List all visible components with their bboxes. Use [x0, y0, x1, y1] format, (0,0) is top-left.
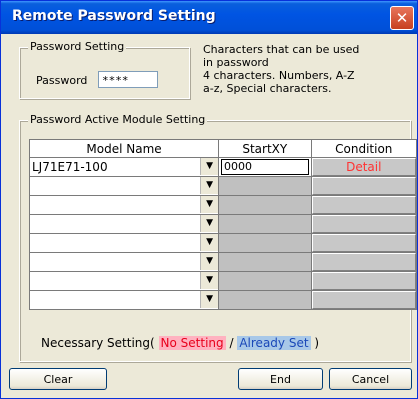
start-xy-cell[interactable]: 0000	[218, 157, 312, 177]
column-header-model: Model Name	[28, 139, 220, 158]
model-select[interactable]: ▼	[28, 176, 220, 196]
start-xy-cell	[218, 176, 312, 196]
table-row: ▼	[28, 214, 418, 234]
table-row: ▼	[28, 195, 418, 215]
close-button[interactable]: ✕	[390, 6, 414, 30]
condition-cell	[310, 233, 418, 253]
start-xy-cell	[218, 290, 312, 310]
hint-line: a-z, Special characters.	[203, 82, 332, 95]
condition-cell	[310, 176, 418, 196]
title-bar[interactable]: Remote Password Setting ✕	[1, 1, 417, 34]
necessary-setting-suffix: )	[314, 336, 320, 350]
end-button[interactable]: End	[238, 368, 323, 390]
condition-cell	[310, 214, 418, 234]
condition-button	[311, 291, 416, 309]
condition-cell[interactable]: Detail	[310, 157, 418, 177]
chevron-down-icon[interactable]: ▼	[200, 177, 219, 194]
table-row: ▼	[28, 233, 418, 253]
already-set-badge: Already Set	[237, 336, 311, 350]
start-xy-cell	[218, 214, 312, 234]
chevron-down-icon[interactable]: ▼	[200, 158, 219, 175]
chevron-down-icon[interactable]: ▼	[200, 291, 219, 308]
condition-button	[311, 253, 416, 271]
model-select[interactable]: ▼	[28, 290, 220, 310]
table-header-row: Model Name StartXY Condition	[28, 139, 418, 158]
chevron-down-icon[interactable]: ▼	[200, 234, 219, 251]
start-xy-cell	[218, 195, 312, 215]
condition-button	[311, 234, 416, 252]
condition-button	[311, 215, 416, 233]
table-row: ▼	[28, 271, 418, 291]
detail-button[interactable]: Detail	[311, 158, 416, 176]
password-hint: Characters that can be used in password …	[203, 43, 413, 95]
hint-line: in password	[203, 56, 269, 69]
chevron-down-icon[interactable]: ▼	[200, 253, 219, 270]
close-icon: ✕	[395, 9, 409, 27]
model-select[interactable]: ▼	[28, 214, 220, 234]
model-select[interactable]: ▼	[28, 195, 220, 215]
column-header-start: StartXY	[218, 139, 312, 158]
start-xy-input[interactable]: 0000	[221, 159, 309, 175]
start-xy-cell	[218, 252, 312, 272]
no-setting-badge: No Setting	[158, 336, 226, 350]
condition-button	[311, 272, 416, 290]
chevron-down-icon[interactable]: ▼	[200, 215, 219, 232]
table-row: ▼	[28, 290, 418, 310]
hint-line: Characters that can be used	[203, 43, 360, 56]
password-setting-group: Password Setting Password ****	[19, 40, 190, 99]
table-row: ▼	[28, 252, 418, 272]
start-xy-cell	[218, 233, 312, 253]
table-row: ▼	[28, 176, 418, 196]
legend-separator: /	[229, 336, 234, 350]
chevron-down-icon[interactable]: ▼	[200, 196, 219, 213]
condition-button	[311, 177, 416, 195]
password-input[interactable]: ****	[98, 71, 158, 88]
condition-cell	[310, 290, 418, 310]
password-setting-legend: Password Setting	[28, 40, 127, 53]
condition-button	[311, 196, 416, 214]
clear-button[interactable]: Clear	[9, 368, 107, 390]
condition-cell	[310, 195, 418, 215]
model-select[interactable]: ▼	[28, 271, 220, 291]
model-select[interactable]: LJ71E71-100 ▼	[28, 157, 220, 177]
hint-line: 4 characters. Numbers, A-Z	[203, 69, 355, 82]
table-row: LJ71E71-100 ▼ 0000 Detail	[28, 157, 418, 177]
start-xy-cell	[218, 271, 312, 291]
model-value: LJ71E71-100	[32, 160, 108, 174]
condition-cell	[310, 271, 418, 291]
necessary-setting-prefix: Necessary Setting(	[41, 336, 155, 350]
model-select[interactable]: ▼	[28, 252, 220, 272]
cancel-button[interactable]: Cancel	[329, 368, 412, 390]
model-select[interactable]: ▼	[28, 233, 220, 253]
window-title: Remote Password Setting	[12, 8, 216, 24]
dialog-window: Remote Password Setting ✕ Password Setti…	[0, 0, 418, 399]
condition-cell	[310, 252, 418, 272]
necessary-setting-legend: Necessary Setting( No Setting / Already …	[41, 336, 319, 350]
column-header-condition: Condition	[310, 139, 418, 158]
password-label: Password	[36, 74, 88, 87]
module-setting-legend: Password Active Module Setting	[28, 113, 208, 126]
chevron-down-icon[interactable]: ▼	[200, 272, 219, 289]
module-table: Model Name StartXY Condition LJ71E71-100…	[28, 139, 418, 310]
